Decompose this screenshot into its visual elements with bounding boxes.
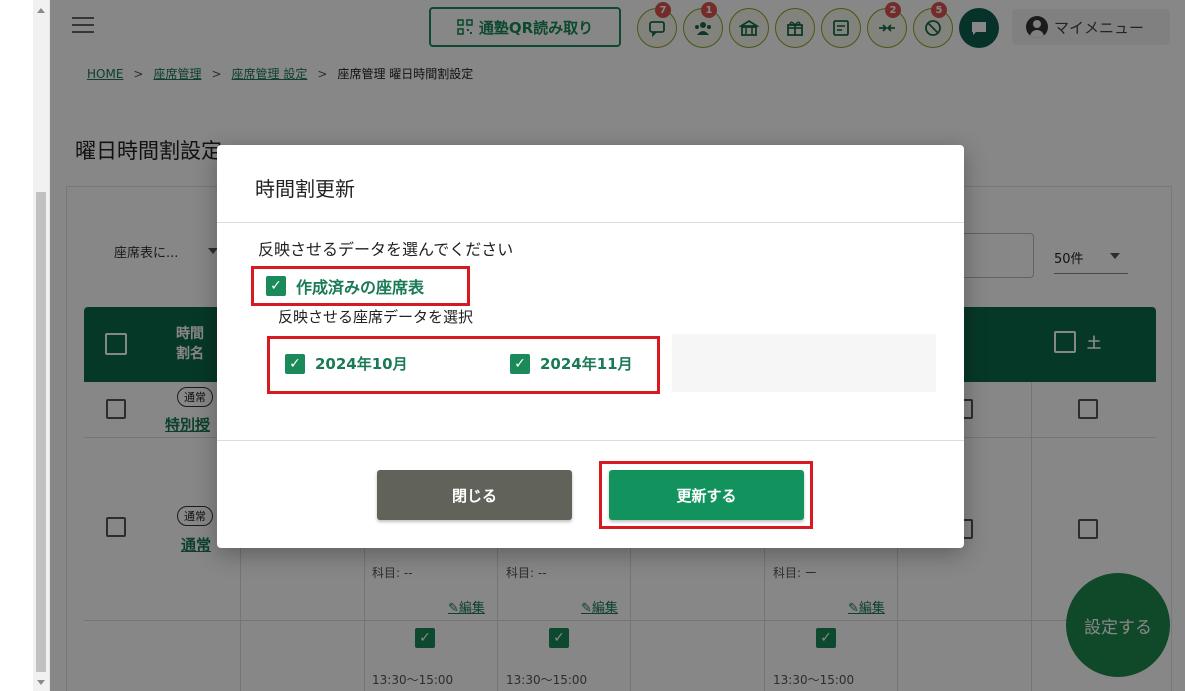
- update-button[interactable]: 更新する: [609, 470, 804, 520]
- close-button[interactable]: 閉じる: [377, 470, 572, 520]
- created-seat-table-checkbox[interactable]: ✓: [266, 276, 286, 296]
- created-seat-table-label: 作成済みの座席表: [296, 278, 425, 297]
- vertical-scrollbar[interactable]: [33, 0, 49, 691]
- dialog-title: 時間割更新: [255, 177, 355, 201]
- dialog-divider: [217, 222, 964, 223]
- months-selection: ✓ 2024年10月 ✓ 2024年11月: [267, 336, 660, 394]
- month-option-oct[interactable]: ✓ 2024年10月: [285, 353, 408, 374]
- timetable-update-dialog: 時間割更新 反映させるデータを選んでください ✓ 作成済みの座席表 反映させる座…: [217, 145, 964, 548]
- select-seat-data-label: 反映させる座席データを選択: [278, 308, 474, 326]
- month-option-nov[interactable]: ✓ 2024年11月: [510, 353, 633, 374]
- created-seat-table-option[interactable]: ✓ 作成済みの座席表: [251, 266, 470, 306]
- dialog-divider: [217, 440, 964, 441]
- scroll-down-arrow-icon[interactable]: [37, 680, 45, 685]
- month-checkbox-nov[interactable]: ✓: [510, 353, 530, 374]
- month-label-nov: 2024年11月: [540, 355, 633, 373]
- scroll-thumb[interactable]: [36, 192, 46, 672]
- months-list-area: [672, 334, 936, 392]
- scroll-up-arrow-icon[interactable]: [37, 8, 45, 13]
- month-label-oct: 2024年10月: [315, 355, 408, 373]
- month-checkbox-oct[interactable]: ✓: [285, 353, 305, 374]
- dialog-instruction: 反映させるデータを選んでください: [258, 240, 514, 259]
